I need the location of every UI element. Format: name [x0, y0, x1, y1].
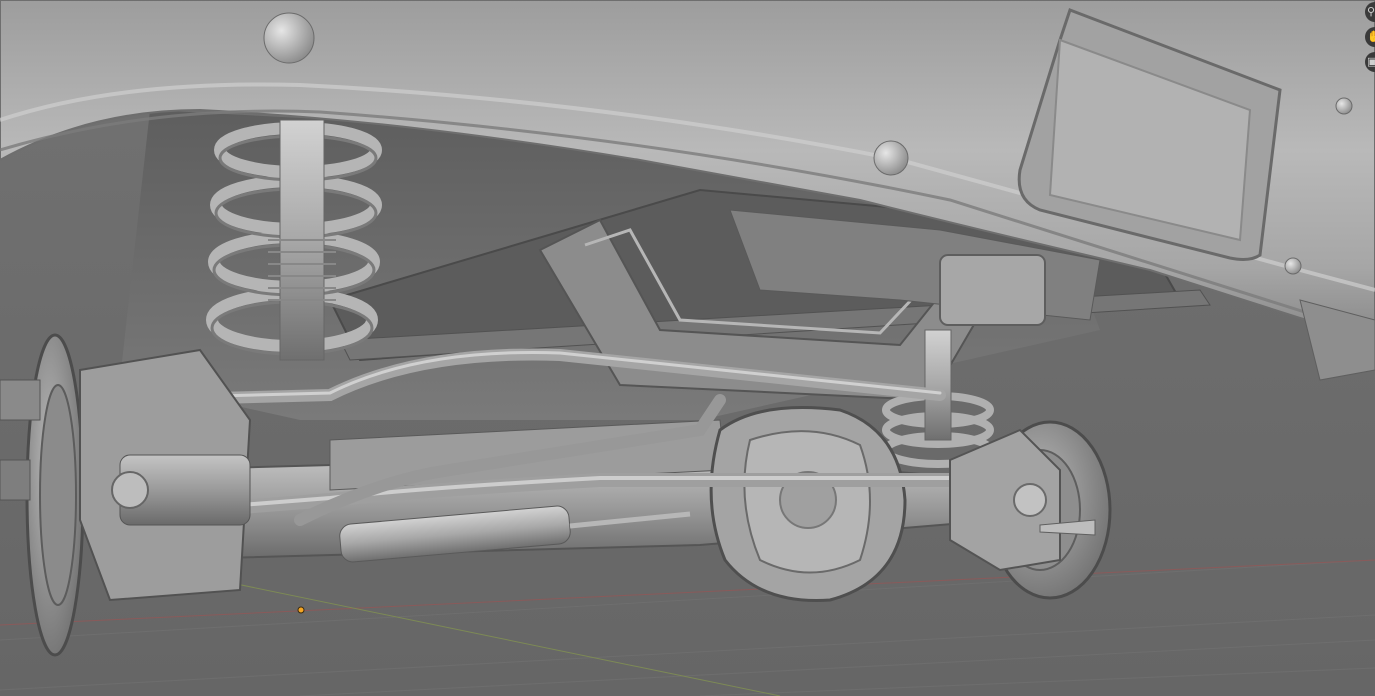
pan-icon[interactable]: ✋: [1365, 27, 1375, 47]
shock-absorber-right: [924, 329, 952, 441]
navigation-gizmo[interactable]: ⚲ ✋ ▣: [1365, 0, 1375, 84]
camera-icon[interactable]: ▣: [1365, 52, 1375, 72]
3d-viewport[interactable]: ⚲ ✋ ▣: [0, 0, 1375, 696]
scene-render: [0, 0, 1375, 696]
object-origin-marker: [297, 606, 305, 614]
zoom-icon[interactable]: ⚲: [1365, 2, 1375, 22]
shock-mount-right: [939, 254, 1046, 326]
frame-end-left: [0, 379, 41, 421]
